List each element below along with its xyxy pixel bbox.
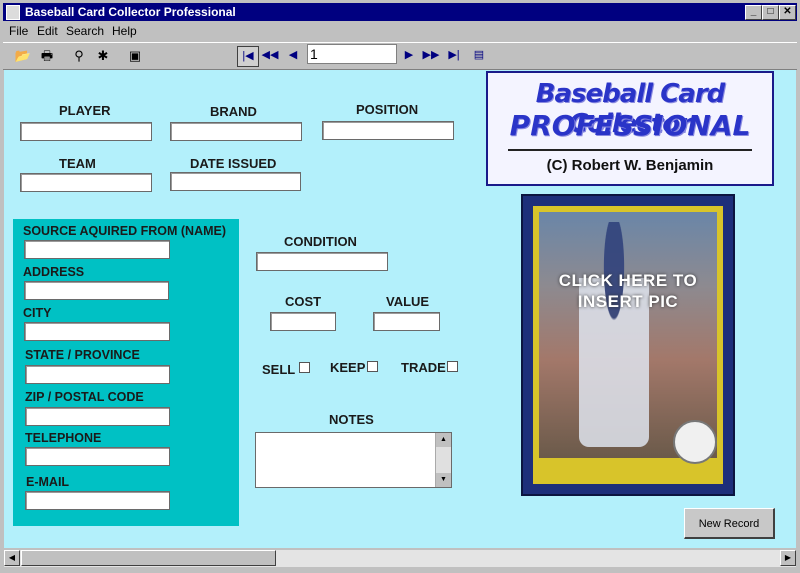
player-label: PLAYER <box>59 103 111 118</box>
product-logo: Baseball Card Collector PROFESSIONAL (C)… <box>486 71 774 186</box>
zip-label: ZIP / POSTAL CODE <box>25 390 144 404</box>
app-window: Baseball Card Collector Professional _ □… <box>0 0 800 573</box>
scroll-up-icon[interactable]: ▲ <box>436 433 451 447</box>
sell-label: SELL <box>262 362 296 377</box>
city-field[interactable] <box>24 322 170 341</box>
new-record-button[interactable]: New Record <box>684 508 775 539</box>
previous-record-button[interactable]: ◀ <box>283 46 303 65</box>
sell-checkbox[interactable] <box>299 362 310 373</box>
team-field[interactable] <box>20 173 152 192</box>
maximize-button[interactable]: □ <box>762 5 779 20</box>
next-page-button[interactable]: ▶▶ <box>421 46 441 65</box>
state-field[interactable] <box>25 365 170 384</box>
position-label: POSITION <box>356 102 419 117</box>
logo-subtitle: PROFESSIONAL <box>509 109 751 142</box>
print-icon[interactable]: 🖶 <box>37 47 57 65</box>
address-label: ADDRESS <box>23 265 85 279</box>
window-title: Baseball Card Collector Professional <box>25 5 236 19</box>
zip-field[interactable] <box>25 407 170 426</box>
title-bar[interactable]: Baseball Card Collector Professional _ □… <box>3 3 797 21</box>
brand-field[interactable] <box>170 122 302 141</box>
first-record-button[interactable]: |◀ <box>237 46 259 67</box>
brand-label: BRAND <box>210 104 257 119</box>
cost-label: COST <box>285 294 322 309</box>
email-field[interactable] <box>25 491 170 510</box>
record-number-input[interactable]: 1 <box>307 44 397 64</box>
city-label: CITY <box>23 306 52 320</box>
trade-label: TRADE <box>401 360 446 375</box>
menu-file[interactable]: File <box>9 24 28 38</box>
team-label: TEAM <box>59 156 96 171</box>
batter-image <box>579 222 649 447</box>
notes-textarea[interactable]: ▲ ▼ <box>255 432 452 488</box>
scroll-left-icon[interactable]: ◀ <box>4 550 20 566</box>
trade-checkbox[interactable] <box>447 361 458 372</box>
telephone-label: TELEPHONE <box>25 431 102 445</box>
close-button[interactable]: ✕ <box>779 5 796 20</box>
date-issued-label: DATE ISSUED <box>190 156 277 171</box>
source-field[interactable] <box>24 240 170 259</box>
binoculars-icon[interactable]: ⚲ <box>69 47 89 65</box>
menu-edit[interactable]: Edit <box>37 24 58 38</box>
scroll-down-icon[interactable]: ▼ <box>436 473 451 487</box>
condition-label: CONDITION <box>284 234 357 249</box>
email-label: E-MAIL <box>26 475 70 489</box>
value-label: VALUE <box>386 294 430 309</box>
app-icon[interactable] <box>6 5 20 20</box>
menu-search[interactable]: Search <box>66 24 104 38</box>
record-properties-icon[interactable]: ▤ <box>469 46 489 65</box>
last-record-button[interactable]: ▶| <box>444 46 464 65</box>
scrollbar-thumb[interactable] <box>21 550 276 566</box>
notes-scrollbar[interactable]: ▲ ▼ <box>435 433 451 487</box>
card-picture-frame[interactable]: CLICK HERE TO INSERT PIC <box>521 194 735 496</box>
keep-checkbox[interactable] <box>367 361 378 372</box>
telephone-field[interactable] <box>25 447 170 466</box>
insert-picture-prompt[interactable]: CLICK HERE TO INSERT PIC <box>533 270 723 312</box>
open-folder-icon[interactable]: 📂 <box>13 47 33 65</box>
notes-label: NOTES <box>329 412 374 427</box>
baseball-icon <box>673 420 717 464</box>
previous-page-button[interactable]: ◀◀ <box>260 46 280 65</box>
menu-bar: File Edit Search Help <box>3 22 797 40</box>
cost-field[interactable] <box>270 312 336 331</box>
minimize-button[interactable]: _ <box>745 5 762 20</box>
logo-divider <box>508 149 752 151</box>
source-label: SOURCE AQUIRED FROM (NAME) <box>23 224 227 238</box>
scroll-right-icon[interactable]: ▶ <box>780 550 796 566</box>
menu-help[interactable]: Help <box>112 24 137 38</box>
next-record-button[interactable]: ▶ <box>399 46 419 65</box>
logo-copyright: (C) Robert W. Benjamin <box>546 157 714 174</box>
position-field[interactable] <box>322 121 454 140</box>
address-field[interactable] <box>24 281 169 300</box>
date-issued-field[interactable] <box>170 172 301 191</box>
card-border: CLICK HERE TO INSERT PIC <box>533 206 723 484</box>
player-field[interactable] <box>20 122 152 141</box>
horizontal-scrollbar[interactable]: ◀ ▶ <box>4 550 796 567</box>
search-record-icon[interactable]: ✱ <box>93 47 113 65</box>
calculator-icon[interactable]: ▣ <box>125 47 145 65</box>
keep-label: KEEP <box>330 360 366 375</box>
condition-field[interactable] <box>256 252 388 271</box>
value-field[interactable] <box>373 312 440 331</box>
toolbar: 📂 🖶 ⚲ ✱ ▣ |◀ ◀◀ ◀ ▶ ▶▶ ▶| ▤ <box>3 42 797 70</box>
state-label: STATE / PROVINCE <box>25 348 140 362</box>
